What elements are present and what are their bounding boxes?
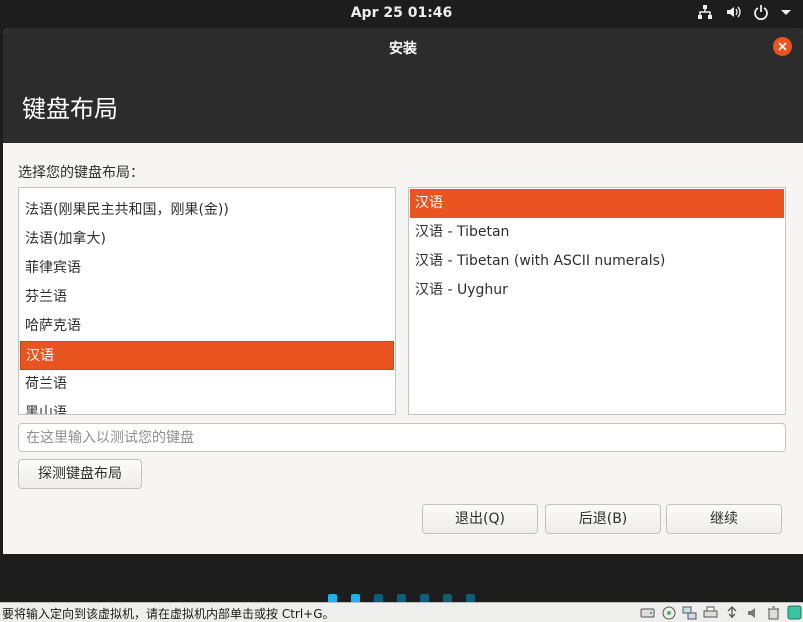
- network-icon[interactable]: [697, 4, 713, 20]
- list-item[interactable]: 汉语 - Tibetan: [410, 218, 784, 247]
- status-message: 要将输入定向到该虚拟机，请在虚拟机内部单击或按 Ctrl+G。: [2, 607, 335, 621]
- step-dot: [466, 594, 475, 602]
- step-dot: [397, 594, 406, 602]
- top-bar: Apr 25 01:46: [0, 0, 803, 27]
- list-item[interactable]: 荷兰语: [20, 370, 394, 399]
- list-item-selected[interactable]: 汉语: [20, 341, 394, 370]
- list-item[interactable]: 法语(刚果民主共和国，刚果(金)): [20, 196, 394, 225]
- clock[interactable]: Apr 25 01:46: [0, 5, 803, 21]
- list-item[interactable]: 芬兰语: [20, 283, 394, 312]
- layout-prompt: 选择您的键盘布局：: [18, 165, 144, 181]
- installer-window: 安装 键盘布局 选择您的键盘布局： 法语(刚果民主共和国，刚果(金)) 法语(加…: [3, 28, 803, 554]
- back-button[interactable]: 后退(B): [545, 504, 661, 534]
- printer-icon[interactable]: [702, 604, 719, 621]
- list-item[interactable]: 菲律宾语: [20, 254, 394, 283]
- continue-button[interactable]: 继续: [666, 504, 782, 534]
- list-item-selected[interactable]: 汉语: [410, 189, 784, 218]
- window-titlebar[interactable]: 安装: [3, 28, 803, 65]
- close-button[interactable]: [773, 37, 792, 56]
- close-icon: [778, 42, 787, 51]
- system-tray[interactable]: [697, 4, 791, 20]
- detect-layout-button[interactable]: 探测键盘布局: [18, 459, 142, 489]
- power-icon[interactable]: [753, 4, 769, 20]
- note-icon[interactable]: [786, 604, 803, 621]
- page-header: 键盘布局: [3, 65, 803, 143]
- sound-icon[interactable]: [744, 604, 761, 621]
- trash-icon[interactable]: [765, 604, 782, 621]
- quit-button[interactable]: 退出(Q): [422, 504, 538, 534]
- list-item[interactable]: 法语(加拿大): [20, 225, 394, 254]
- network-adapter-icon[interactable]: [681, 604, 698, 621]
- optical-drive-icon[interactable]: [660, 604, 677, 621]
- list-item[interactable]: 汉语 - Uyghur: [410, 276, 784, 305]
- step-progress: [0, 554, 803, 602]
- step-dot: [443, 594, 452, 602]
- status-icons: [639, 604, 803, 621]
- list-item[interactable]: 汉语 - Tibetan (with ASCII numerals): [410, 247, 784, 276]
- page-title: 键盘布局: [22, 95, 118, 123]
- keyboard-test-input[interactable]: [18, 423, 786, 452]
- list-item[interactable]: 哈萨克语: [20, 312, 394, 341]
- volume-icon[interactable]: [725, 4, 741, 20]
- list-item[interactable]: 黑山语: [20, 399, 394, 414]
- window-title: 安装: [389, 41, 417, 57]
- usb-icon[interactable]: [723, 604, 740, 621]
- chevron-down-icon[interactable]: [781, 7, 791, 17]
- step-dot: [328, 594, 337, 602]
- step-dot: [351, 594, 360, 602]
- layout-list[interactable]: 法语(刚果民主共和国，刚果(金)) 法语(加拿大) 菲律宾语 芬兰语 哈萨克语 …: [18, 187, 396, 415]
- variant-list[interactable]: 汉语 汉语 - Tibetan 汉语 - Tibetan (with ASCII…: [408, 187, 786, 415]
- step-dot: [420, 594, 429, 602]
- hard-disk-icon[interactable]: [639, 604, 656, 621]
- step-dot: [374, 594, 383, 602]
- vm-status-bar: 要将输入定向到该虚拟机，请在虚拟机内部单击或按 Ctrl+G。: [0, 602, 803, 622]
